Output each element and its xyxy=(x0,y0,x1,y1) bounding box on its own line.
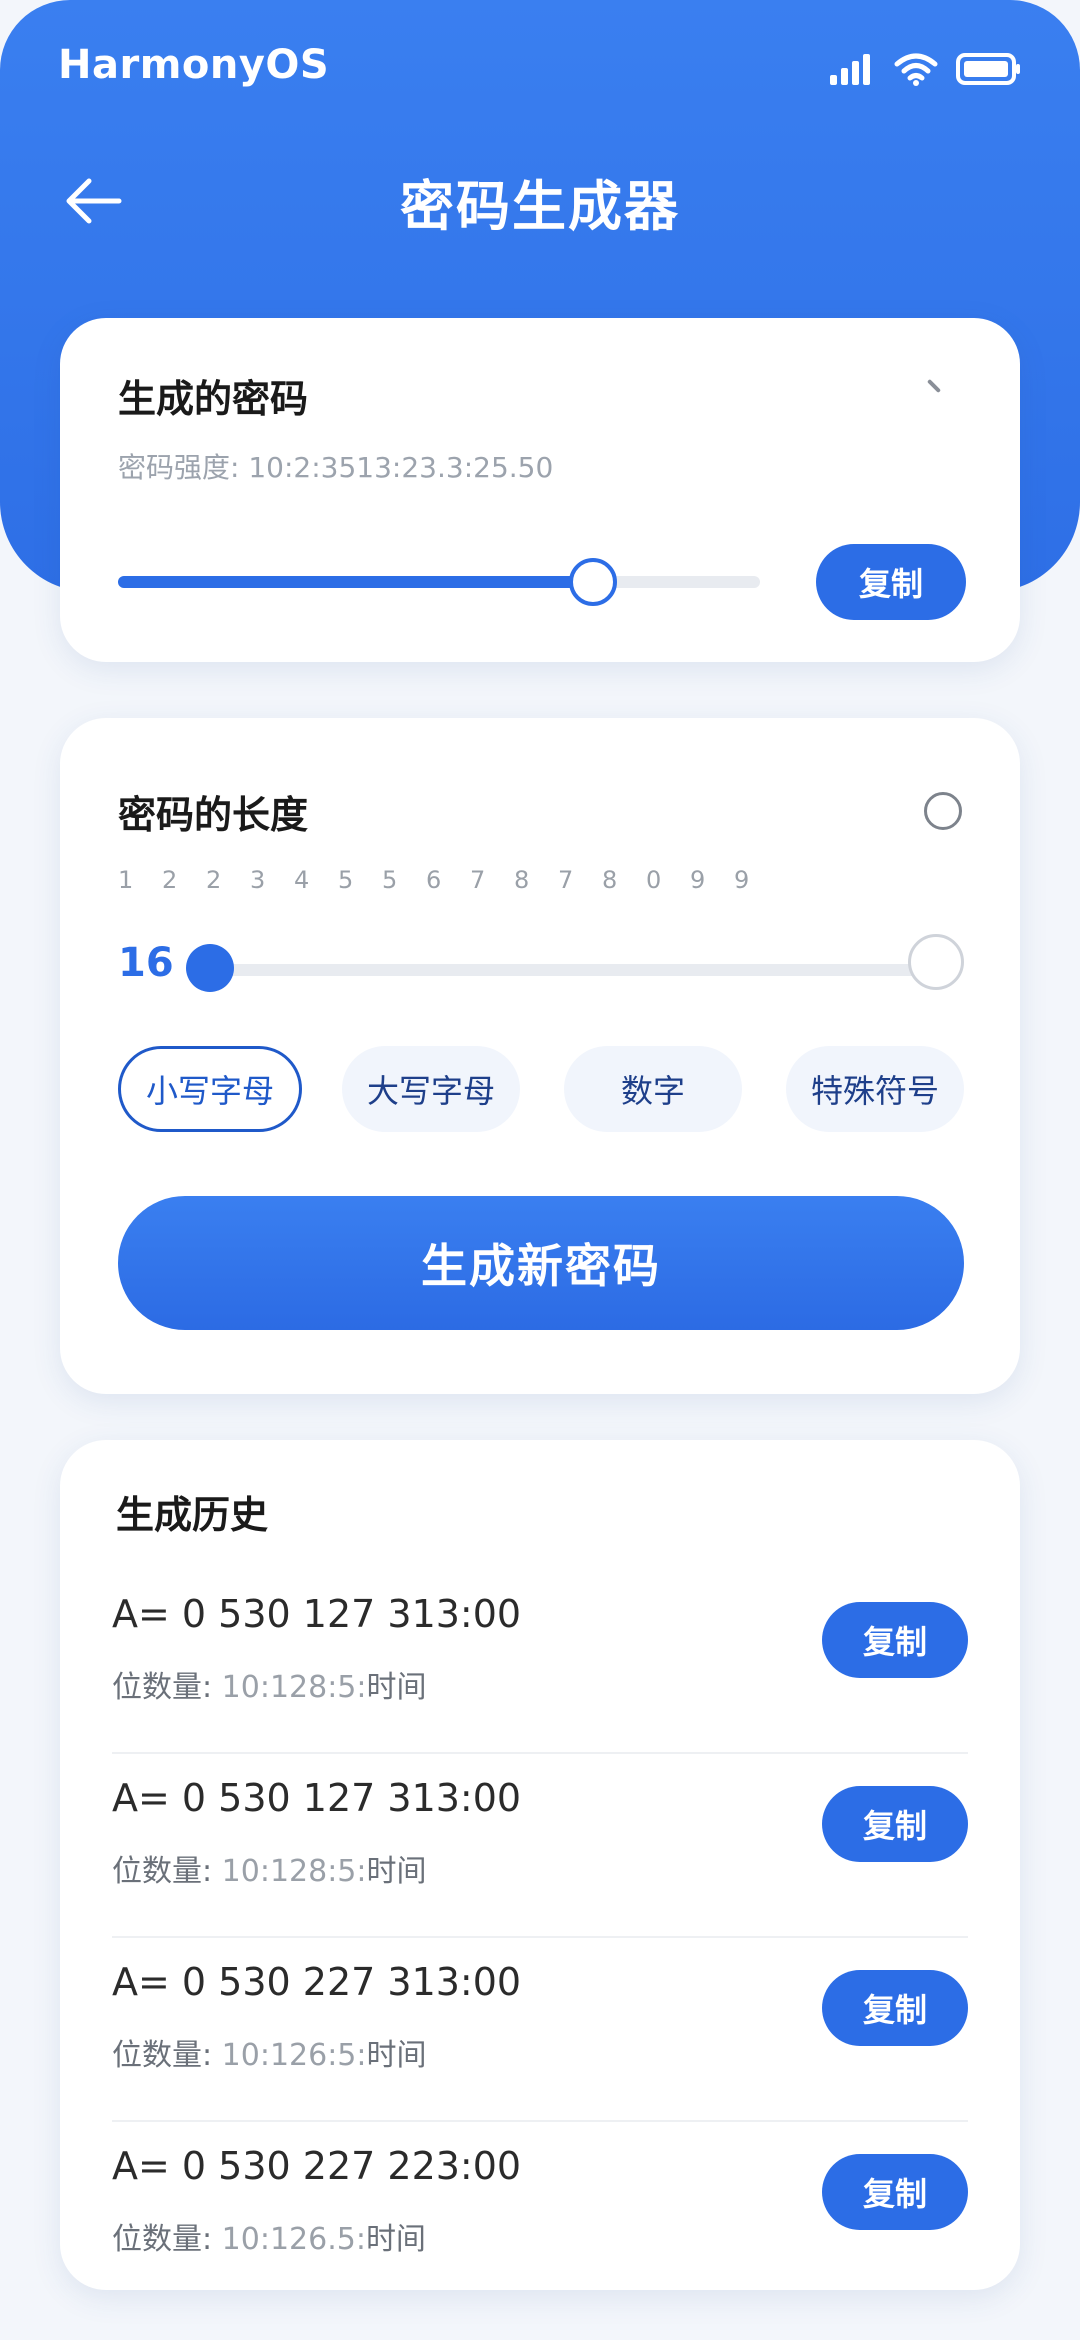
history-meta: 位数量: 10:126:5:时间 xyxy=(112,2030,427,2074)
history-item: A= 0 530 127 313:00 位数量: 10:128:5:时间 复制 xyxy=(112,1570,968,1754)
generated-password-card: 生成的密码 密码强度: 10:2:3513:23.3:25.50 复制 xyxy=(60,318,1020,662)
length-tick: 6 xyxy=(426,866,442,894)
length-tick: 7 xyxy=(470,866,486,894)
app-screen: HarmonyOS 密码生成器 生成的密码 密码强度: 10:2:3513:23… xyxy=(0,0,1080,2340)
length-tick: 3 xyxy=(250,866,266,894)
history-meta: 位数量: 10:128:5:时间 xyxy=(112,1662,427,1706)
history-meta: 位数量: 10:128:5:时间 xyxy=(112,1846,427,1890)
length-slider-track[interactable] xyxy=(210,964,940,976)
battery-icon xyxy=(956,52,1022,90)
signal-icon xyxy=(828,53,876,89)
history-meta-suffix: 时间 xyxy=(366,1854,427,1889)
length-tick: 2 xyxy=(206,866,222,894)
page-title: 密码生成器 xyxy=(400,175,680,238)
length-slider-max-handle[interactable] xyxy=(908,934,964,990)
strength-slider-fill xyxy=(118,576,594,588)
history-meta-label: 位数量: xyxy=(112,2222,213,2257)
length-tick: 5 xyxy=(382,866,398,894)
strength-label: 密码强度: xyxy=(118,451,240,484)
history-meta-suffix: 时间 xyxy=(366,2038,427,2073)
app-header: 密码生成器 xyxy=(0,150,1080,250)
copy-password-button[interactable]: 复制 xyxy=(816,544,966,620)
history-password: A= 0 530 127 313:00 xyxy=(112,1592,522,1636)
history-item: A= 0 530 227 223:00 位数量: 10:126.5:时间 复制 xyxy=(112,2122,968,2304)
history-meta-value: 10:126:5: xyxy=(221,2038,367,2073)
history-password: A= 0 530 227 223:00 xyxy=(112,2144,522,2188)
history-item: A= 0 530 227 313:00 位数量: 10:126:5:时间 复制 xyxy=(112,1938,968,2122)
wifi-icon xyxy=(894,52,938,90)
status-bar: HarmonyOS xyxy=(0,0,1080,140)
history-meta-value: 10:126.5: xyxy=(221,2222,366,2257)
length-tick: 9 xyxy=(690,866,706,894)
history-meta-label: 位数量: xyxy=(112,2038,213,2073)
length-tick: 9 xyxy=(734,866,750,894)
history-copy-button[interactable]: 复制 xyxy=(822,1602,968,1678)
length-ticks: 122345567878099 xyxy=(118,866,818,894)
history-meta-suffix: 时间 xyxy=(366,1670,427,1705)
length-value: 16 xyxy=(118,940,174,986)
strength-slider-thumb[interactable] xyxy=(569,558,618,606)
strength-value: 10:2:3513:23.3:25.50 xyxy=(248,451,554,484)
length-tick: 8 xyxy=(602,866,618,894)
option-lowercase[interactable]: 小写字母 xyxy=(118,1046,302,1132)
history-password: A= 0 530 127 313:00 xyxy=(112,1776,522,1820)
history-meta-label: 位数量: xyxy=(112,1670,213,1705)
history-title: 生成历史 xyxy=(116,1493,269,1537)
option-uppercase[interactable]: 大写字母 xyxy=(342,1046,520,1132)
brand-label: HarmonyOS xyxy=(58,42,330,88)
length-tick: 2 xyxy=(162,866,178,894)
length-slider-thumb[interactable] xyxy=(186,944,234,992)
history-meta: 位数量: 10:126.5:时间 xyxy=(112,2214,426,2258)
status-icons xyxy=(828,52,1022,90)
option-digits[interactable]: 数字 xyxy=(564,1046,742,1132)
length-tick: 4 xyxy=(294,866,310,894)
strength-text: 密码强度: 10:2:3513:23.3:25.50 xyxy=(118,446,553,486)
length-tick: 1 xyxy=(118,866,134,894)
length-tick: 8 xyxy=(514,866,530,894)
generated-password-title: 生成的密码 xyxy=(118,377,309,421)
character-options: 小写字母 大写字母 数字 特殊符号 xyxy=(118,1046,968,1134)
length-tick: 7 xyxy=(558,866,574,894)
history-list: A= 0 530 127 313:00 位数量: 10:128:5:时间 复制 … xyxy=(112,1570,968,2304)
history-card: 生成历史 A= 0 530 127 313:00 位数量: 10:128:5:时… xyxy=(60,1440,1020,2290)
history-meta-label: 位数量: xyxy=(112,1854,213,1889)
collapse-mark-icon xyxy=(926,378,942,394)
password-length-title: 密码的长度 xyxy=(118,793,309,837)
history-item: A= 0 530 127 313:00 位数量: 10:128:5:时间 复制 xyxy=(112,1754,968,1938)
history-meta-suffix: 时间 xyxy=(365,2222,426,2257)
history-password: A= 0 530 227 313:00 xyxy=(112,1960,522,2004)
password-length-card: 密码的长度 122345567878099 16 小写字母 大写字母 数字 特殊… xyxy=(60,718,1020,1394)
length-tick: 5 xyxy=(338,866,354,894)
history-meta-value: 10:128:5: xyxy=(221,1854,367,1889)
length-tick: 0 xyxy=(646,866,662,894)
history-copy-button[interactable]: 复制 xyxy=(822,2154,968,2230)
strength-slider-track[interactable] xyxy=(118,576,760,588)
history-copy-button[interactable]: 复制 xyxy=(822,1970,968,2046)
length-toggle-radio[interactable] xyxy=(924,792,962,830)
generate-password-button[interactable]: 生成新密码 xyxy=(118,1196,964,1330)
option-symbols[interactable]: 特殊符号 xyxy=(786,1046,964,1132)
history-meta-value: 10:128:5: xyxy=(221,1670,367,1705)
history-copy-button[interactable]: 复制 xyxy=(822,1786,968,1862)
